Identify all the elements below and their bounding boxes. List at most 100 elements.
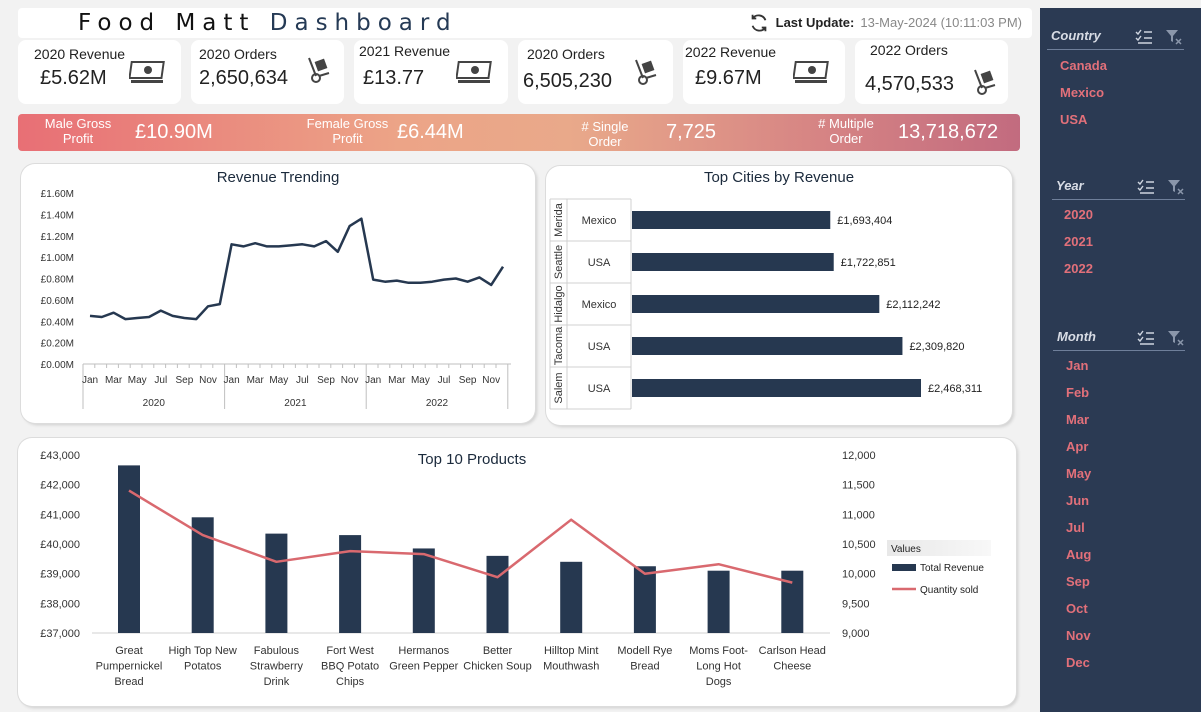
kpi-value: £13.77 [363,67,425,89]
product-label: Hermanos [398,645,449,657]
kpi-card-2020-orders: 2020 Orders 2,650,634 [191,40,344,104]
slicer-item-mar[interactable]: Mar [1066,412,1089,427]
slicer-item-sep[interactable]: Sep [1066,574,1090,589]
slicer-item-oct[interactable]: Oct [1066,601,1088,616]
product-label: Modell Rye [617,645,672,657]
legend-bar-label: Total Revenue [920,563,984,574]
product-label: Hilltop Mint [544,645,598,657]
kpi-value: £5.62M [40,67,107,89]
slicer-item-2020[interactable]: 2020 [1064,207,1093,222]
title-part-1: Food Matt [78,10,256,36]
product-label: Strawberry [250,661,304,673]
left-axis-tick: £38,000 [40,598,80,610]
country-label: USA [588,257,611,269]
slicer-item-canada[interactable]: Canada [1060,58,1107,73]
month-tick-label: Jul [296,375,309,386]
slicer-item-usa[interactable]: USA [1060,112,1087,127]
month-tick-label: May [269,375,288,386]
product-label: Potatos [184,661,222,673]
slicer-item-apr[interactable]: Apr [1066,439,1088,454]
multi-select-icon[interactable] [1137,179,1155,195]
kpi-label: 2020 Orders [527,46,605,62]
title-part-2: Dashboard [269,10,458,36]
y-tick-label: £0.60M [41,296,74,307]
slicer-item-feb[interactable]: Feb [1066,385,1089,400]
product-label: Long Hot [696,661,741,673]
multiple-order-value: 13,718,672 [898,121,999,143]
country-label: Mexico [582,299,617,311]
dashboard-title: Food Matt Dashboard [78,8,458,38]
slicer-title-country: Country [1051,28,1101,43]
country-label: USA [588,341,611,353]
product-label: Fabulous [254,645,300,657]
product-revenue-bar [265,533,288,633]
slicer-item-mexico[interactable]: Mexico [1060,85,1104,100]
kpi-value: £9.67M [695,67,762,89]
month-tick-label: Jan [224,375,240,386]
product-label: Carlson Head [759,645,826,657]
month-tick-label: Nov [482,375,500,386]
chart-legend: Values Total Revenue Quantity sold [887,540,991,596]
slicer-panel: Country Canada Mexico USA Year 2020 2021 2022 Mo… [1040,8,1201,712]
slicer-item-2021[interactable]: 2021 [1064,234,1093,249]
month-tick-label: Mar [388,375,406,386]
slicer-item-dec[interactable]: Dec [1066,655,1090,670]
product-label: Drink [264,676,290,688]
kpi-card-2022-orders: 2022 Orders 4,570,533 [855,40,1008,104]
clear-filter-icon[interactable] [1165,29,1183,45]
product-label: Green Pepper [389,661,458,673]
multi-select-icon[interactable] [1135,29,1153,45]
top-products-chart: £37,000 £38,000 £39,000 £40,000 £41,000 £42,0… [40,450,991,688]
left-axis-tick: £42,000 [40,480,80,492]
y-tick-label: £1.60M [41,189,74,200]
refresh-icon[interactable] [748,12,770,34]
multiple-order-label: # Multiple Order [818,116,874,146]
product-label: Bread [630,661,659,673]
clear-filter-icon[interactable] [1167,330,1185,346]
month-tick-label: May [128,375,147,386]
city-label: Merida [553,202,565,237]
city-revenue-bar [632,379,921,397]
clear-filter-icon[interactable] [1167,179,1185,195]
product-label: Chicken Soup [463,661,532,673]
right-axis-tick: 11,500 [842,480,875,492]
product-revenue-bar [486,555,509,633]
slicer-item-aug[interactable]: Aug [1066,547,1091,562]
female-gross-profit-label: Female Gross Profit [306,116,389,146]
city-label: Hidalgo [553,285,565,322]
slicer-toolbar [1137,179,1185,195]
slicer-item-jun[interactable]: Jun [1066,493,1089,508]
kpi-label: 2021 Revenue [359,43,451,59]
y-tick-label: £0.80M [41,275,74,286]
kpi-card-2020-revenue: 2020 Revenue £5.62M [18,40,181,104]
hand-truck-icon [972,66,998,101]
money-icon [455,60,494,91]
product-label: Fort West [326,645,373,657]
slicer-item-nov[interactable]: Nov [1066,628,1091,643]
y-tick-label: £0.20M [41,339,74,350]
legend-line-label: Quantity sold [920,585,978,596]
product-label: Mouthwash [543,661,599,673]
money-icon [792,60,831,91]
male-gross-profit-label: Male Gross Profit [44,116,112,146]
month-tick-label: Nov [341,375,359,386]
multi-select-icon[interactable] [1137,330,1155,346]
slicer-item-jul[interactable]: Jul [1066,520,1085,535]
female-gross-profit-value: £6.44M [397,121,464,143]
slicer-item-jan[interactable]: Jan [1066,358,1088,373]
city-revenue-label: £1,722,851 [841,257,896,269]
kpi-card-2021-revenue: 2021 Revenue £13.77 [354,40,508,104]
y-tick-label: £1.00M [41,253,74,264]
slicer-divider [1047,49,1184,50]
year-label: 2020 [143,398,166,409]
city-revenue-bar [632,211,831,229]
product-revenue-bar [560,561,583,633]
city-revenue-label: £2,309,820 [909,341,964,353]
kpi-card-2022-revenue: 2022 Revenue £9.67M [683,40,845,104]
kpi-value: 6,505,230 [523,70,612,92]
slicer-item-2022[interactable]: 2022 [1064,261,1093,276]
city-revenue-bar [632,295,880,313]
slicer-title-year: Year [1056,178,1084,193]
hand-truck-icon [633,56,659,91]
slicer-item-may[interactable]: May [1066,466,1091,481]
